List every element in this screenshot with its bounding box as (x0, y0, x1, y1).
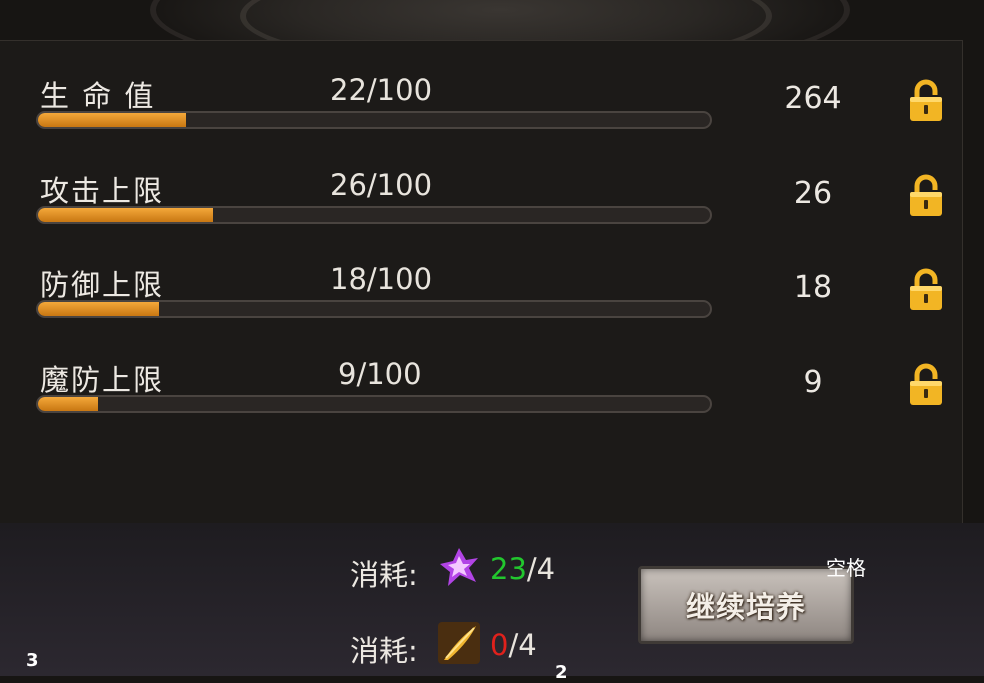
stat-progress-text: 22/100 (330, 73, 433, 107)
progress-bar (36, 111, 712, 129)
progress-bar (36, 395, 712, 413)
corner-number-left: 3 (26, 650, 39, 671)
cost-label: 消耗: (350, 558, 418, 592)
lock-icon[interactable] (908, 363, 944, 407)
cost-amount: 0/4 (490, 628, 537, 662)
stats-panel: 生 命 值 22/100 264 攻击上限 26/100 26 防御上限 18/… (0, 40, 963, 524)
cost-amount: 23/4 (490, 552, 555, 586)
cost-label: 消耗: (350, 634, 418, 668)
stat-label: 生 命 值 (40, 79, 156, 113)
continue-cultivate-button[interactable]: 继续培养 (638, 566, 854, 644)
stat-value: 9 (803, 365, 823, 400)
lock-icon[interactable] (908, 174, 944, 218)
stat-row-attack: 攻击上限 26/100 26 (0, 168, 962, 258)
lock-icon[interactable] (908, 268, 944, 312)
stat-value: 26 (793, 176, 833, 211)
golden-feather-icon (438, 622, 480, 664)
progress-fill (38, 113, 186, 127)
stat-row-hp: 生 命 值 22/100 264 (0, 73, 962, 163)
hotkey-badge: 空格 (826, 548, 866, 582)
hotkey-text: 空格 (826, 556, 866, 580)
progress-fill (38, 208, 213, 222)
lock-icon[interactable] (908, 79, 944, 123)
stat-row-defense: 防御上限 18/100 18 (0, 262, 962, 352)
cost-need: /4 (526, 552, 556, 586)
stat-value: 18 (793, 270, 833, 305)
cost-have: 23 (490, 552, 527, 586)
progress-bar (36, 300, 712, 318)
stat-value: 264 (784, 81, 842, 116)
stat-row-magic-defense: 魔防上限 9/100 9 (0, 357, 962, 447)
progress-fill (38, 302, 159, 316)
progress-fill (38, 397, 99, 411)
corner-number-mid: 2 (555, 662, 568, 683)
cost-need: /4 (508, 628, 537, 662)
purple-crystal-icon (440, 548, 478, 586)
progress-bar (36, 206, 712, 224)
stat-label: 防御上限 (40, 268, 165, 302)
stat-progress-text: 18/100 (330, 262, 433, 296)
stat-progress-text: 26/100 (330, 168, 433, 202)
stat-label: 魔防上限 (40, 363, 165, 397)
stat-label: 攻击上限 (40, 174, 165, 208)
cost-have: 0 (490, 628, 509, 662)
stat-progress-text: 9/100 (338, 357, 422, 391)
